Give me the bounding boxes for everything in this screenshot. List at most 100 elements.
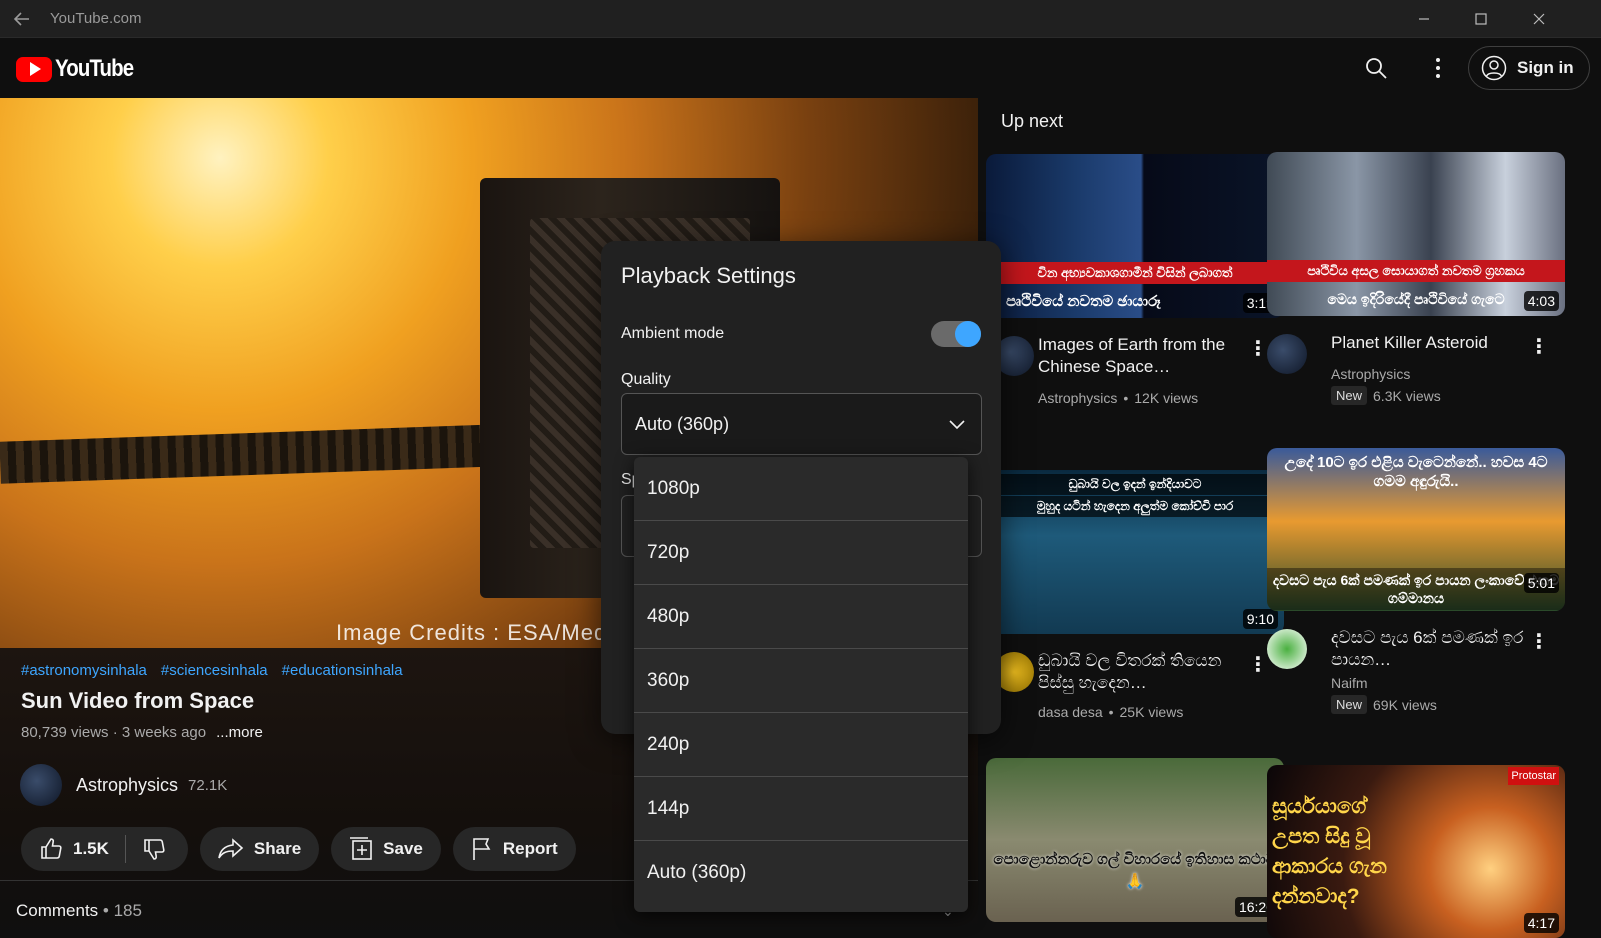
- report-button[interactable]: Report: [452, 827, 576, 871]
- video-card[interactable]: වින අභ්‍යවකාශගාමීන් විසින් ලබාගත් පෘථිවි…: [986, 154, 1284, 428]
- video-card-meta: dasa desa • 25K views: [1038, 704, 1183, 720]
- quality-option[interactable]: 240p: [634, 713, 968, 777]
- channel-row: Astrophysics 72.1K: [20, 764, 227, 806]
- video-card-meta: New 6.3K views: [1331, 386, 1441, 405]
- card-views: 69K views: [1373, 696, 1437, 713]
- more-vert-icon[interactable]: ⋮: [1248, 336, 1268, 361]
- thumbnail-text: දවසට පැය 6ක් පමණක් ඉර පායන ලංකාවේ එකම ගම…: [1267, 568, 1565, 610]
- video-card-title[interactable]: ඩුබායි වල විතරක් තියෙන පිස්සු හැදෙන…: [1038, 650, 1238, 694]
- more-vert-icon[interactable]: ⋮: [1529, 629, 1549, 654]
- thumbnail-text: ඩුබායි වල ඉදන් ඉන්දියාවට: [986, 474, 1284, 495]
- close-window-icon[interactable]: [1510, 0, 1568, 38]
- youtube-play-icon: [16, 56, 52, 82]
- hashtag-link[interactable]: #sciencesinhala: [161, 662, 268, 679]
- subscriber-count: 72.1K: [188, 776, 228, 794]
- comments-count: • 185: [98, 901, 142, 920]
- video-card[interactable]: ඩුබායි වල ඉදන් ඉන්දියාවට මුහුද යටින් හැද…: [986, 470, 1284, 744]
- duration-badge: 4:17: [1523, 913, 1559, 933]
- new-badge: New: [1331, 695, 1368, 714]
- channel-avatar[interactable]: [20, 764, 62, 806]
- quality-option[interactable]: 144p: [634, 777, 968, 841]
- video-card-title[interactable]: දවසට පැය 6ක් පමණක් ඉර පායන…: [1331, 627, 1531, 671]
- quality-option[interactable]: Auto (360p): [634, 841, 968, 905]
- video-card[interactable]: පෘථිවිය අසල සොයාගත් නවතම ග්‍රහකය මෙය ඉදි…: [1267, 152, 1565, 426]
- video-thumbnail[interactable]: පොළොන්නරුව ගල් විහාරයේ ඉතිහාස කථාව 🙏 16:…: [986, 758, 1284, 922]
- channel-avatar[interactable]: [1267, 629, 1307, 669]
- video-title: Sun Video from Space: [21, 688, 255, 713]
- video-meta: 80,739 views · 3 weeks ago ...more: [21, 724, 263, 741]
- action-bar: 1.5K Share Save Report: [21, 827, 576, 871]
- toggle-knob: [955, 321, 981, 347]
- video-thumbnail[interactable]: වින අභ්‍යවකාශගාමීන් විසින් ලබාගත් පෘථිවි…: [986, 154, 1284, 318]
- channel-name[interactable]: Astrophysics: [76, 775, 178, 796]
- thumbnail-text: පොළොන්නරුව ගල් විහාරයේ ඉතිහාස කථාව 🙏: [993, 851, 1277, 890]
- share-label: Share: [253, 839, 302, 858]
- video-thumbnail[interactable]: සූර්යයාගේ උපත සිදු වූ ආකාරය ගැන දන්නවාද?…: [1267, 765, 1565, 938]
- like-count: 1.5K: [73, 839, 109, 858]
- video-card[interactable]: සූර්යයාගේ උපත සිදු වූ ආකාරය ගැන දන්නවාද?…: [1267, 765, 1565, 938]
- share-button[interactable]: Share: [199, 827, 320, 871]
- window-title: YouTube.com: [50, 10, 142, 27]
- channel-avatar[interactable]: [1267, 334, 1307, 374]
- youtube-logo[interactable]: YouTube: [16, 55, 147, 83]
- ambient-mode-label: Ambient mode: [621, 325, 725, 342]
- quality-label: Quality: [621, 371, 671, 388]
- thumbnail-text: පෘථිවියේ නවතම ඡායාරූ: [1006, 293, 1161, 310]
- thumbnail-text: වින අභ්‍යවකාශගාමීන් විසින් ලබාගත්: [986, 262, 1284, 284]
- playlist-add-icon: [350, 837, 372, 860]
- thumb-up-icon[interactable]: [39, 837, 63, 861]
- search-icon[interactable]: [1358, 50, 1394, 86]
- quality-option[interactable]: 480p: [634, 585, 968, 649]
- quality-selected-value: Auto (360p): [635, 414, 730, 434]
- card-channel: Naifm: [1331, 675, 1368, 691]
- video-card[interactable]: උදේ 10ට ඉර එළිය වැටෙන්නේ.. හවස 4ට ගමම අඳ…: [1267, 448, 1565, 721]
- comments-title: Comments: [16, 901, 99, 920]
- quality-select[interactable]: Auto (360p): [621, 393, 982, 455]
- video-card[interactable]: පොළොන්නරුව ගල් විහාරයේ ඉතිහාස කථාව 🙏 16:…: [986, 758, 1284, 922]
- video-thumbnail[interactable]: ඩුබායි වල ඉදන් ඉන්දියාවට මුහුද යටින් හැද…: [986, 470, 1284, 634]
- dot-separator: •: [1123, 390, 1129, 406]
- report-label: Report: [502, 839, 558, 858]
- more-link[interactable]: ...more: [216, 724, 263, 741]
- quality-option[interactable]: 720p: [634, 521, 968, 585]
- sign-in-button[interactable]: Sign in: [1468, 46, 1590, 90]
- more-vert-icon[interactable]: ⋮: [1248, 652, 1268, 677]
- video-views-date: 80,739 views · 3 weeks ago: [21, 724, 207, 741]
- chevron-down-icon: [949, 420, 965, 430]
- video-image-credit: Image Credits : ESA/Medi: [336, 620, 614, 645]
- more-vert-icon[interactable]: [1420, 50, 1456, 86]
- dot-separator: •: [1108, 704, 1114, 720]
- minimize-icon[interactable]: [1395, 0, 1453, 38]
- divider: [124, 835, 126, 863]
- maximize-icon[interactable]: [1452, 0, 1510, 38]
- thumbnail-text: සූර්යයාගේ උපත සිදු වූ ආකාරය ගැන දන්නවාද?: [1272, 795, 1387, 908]
- video-frame-arm: [0, 424, 501, 484]
- card-channel: Astrophysics: [1331, 366, 1411, 382]
- thumb-down-icon[interactable]: [142, 837, 166, 861]
- video-card-meta: Astrophysics • 12K views: [1038, 390, 1198, 406]
- comments-label: Comments • 185: [16, 901, 142, 921]
- video-card-title[interactable]: Planet Killer Asteroid: [1331, 332, 1531, 354]
- card-views: 12K views: [1134, 390, 1199, 406]
- ambient-mode-toggle[interactable]: [931, 321, 981, 347]
- hashtag-link[interactable]: #educationsinhala: [282, 662, 403, 679]
- quality-options-list: 1080p 720p 480p 360p 240p 144p Auto (360…: [634, 457, 968, 912]
- logo-text: YouTube: [55, 55, 134, 82]
- dialog-title: Playback Settings: [621, 263, 796, 288]
- video-thumbnail[interactable]: පෘථිවිය අසල සොයාගත් නවතම ග්‍රහකය මෙය ඉදි…: [1267, 152, 1565, 316]
- new-badge: New: [1331, 386, 1368, 405]
- window-titlebar: YouTube.com: [0, 0, 1601, 38]
- video-thumbnail[interactable]: උදේ 10ට ඉර එළිය වැටෙන්නේ.. හවස 4ට ගමම අඳ…: [1267, 448, 1565, 611]
- quality-option[interactable]: 1080p: [634, 457, 968, 521]
- up-next-heading: Up next: [1001, 111, 1064, 131]
- duration-badge: 5:01: [1523, 573, 1559, 593]
- quality-option[interactable]: 360p: [634, 649, 968, 713]
- hashtag-link[interactable]: #astronomysinhala: [21, 662, 147, 679]
- more-vert-icon[interactable]: ⋮: [1529, 334, 1549, 359]
- like-dislike-button[interactable]: 1.5K: [21, 827, 188, 871]
- save-button[interactable]: Save: [331, 827, 441, 871]
- back-arrow-icon[interactable]: [0, 0, 44, 38]
- video-card-title[interactable]: Images of Earth from the Chinese Space…: [1038, 334, 1238, 378]
- hashtags: #astronomysinhala #sciencesinhala #educa…: [21, 662, 403, 679]
- thumbnail-label: Protostar: [1508, 767, 1559, 785]
